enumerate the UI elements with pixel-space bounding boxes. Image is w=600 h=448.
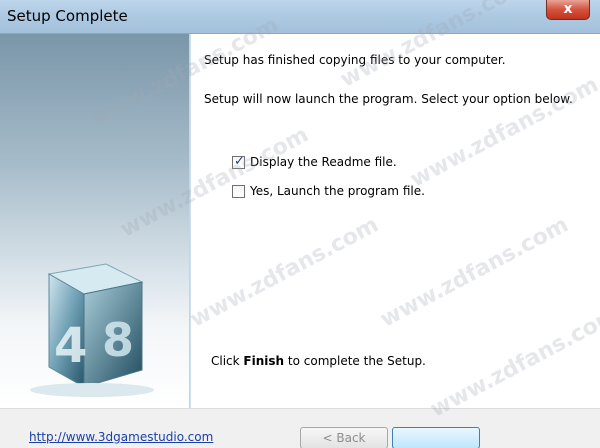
- close-button[interactable]: x: [546, 0, 590, 20]
- logo-icon: 4 8: [30, 263, 154, 397]
- window-title: Setup Complete: [7, 7, 128, 25]
- button-bar: http://www.3dgamestudio.com < Back: [0, 408, 600, 448]
- finish-prefix: Click: [211, 354, 244, 368]
- launch-checkbox[interactable]: [232, 184, 245, 198]
- finish-keyword: Finish: [243, 354, 285, 368]
- title-bar: Setup Complete x: [0, 0, 600, 34]
- finish-suffix: to complete the Setup.: [284, 354, 426, 368]
- readme-label[interactable]: Display the Readme file.: [250, 155, 397, 169]
- side-panel: 4 8: [0, 34, 190, 408]
- finish-instruction: Click Finish to complete the Setup.: [211, 354, 426, 368]
- website-link[interactable]: http://www.3dgamestudio.com: [29, 430, 213, 444]
- option-readme[interactable]: ✓ Display the Readme file.: [232, 153, 397, 169]
- logo-four: 4: [54, 318, 87, 374]
- option-launch[interactable]: Yes, Launch the program file.: [232, 184, 425, 198]
- instruction-text: Setup will now launch the program. Selec…: [204, 92, 573, 106]
- finish-button[interactable]: [392, 427, 480, 448]
- checkmark-icon: ✓: [234, 153, 245, 169]
- launch-label[interactable]: Yes, Launch the program file.: [250, 184, 425, 198]
- back-button[interactable]: < Back: [300, 427, 388, 448]
- content-panel: Setup has finished copying files to your…: [191, 34, 600, 408]
- logo-eight: 8: [102, 313, 134, 367]
- status-text: Setup has finished copying files to your…: [204, 53, 506, 67]
- readme-checkbox[interactable]: ✓: [232, 153, 245, 169]
- close-icon: x: [563, 1, 573, 17]
